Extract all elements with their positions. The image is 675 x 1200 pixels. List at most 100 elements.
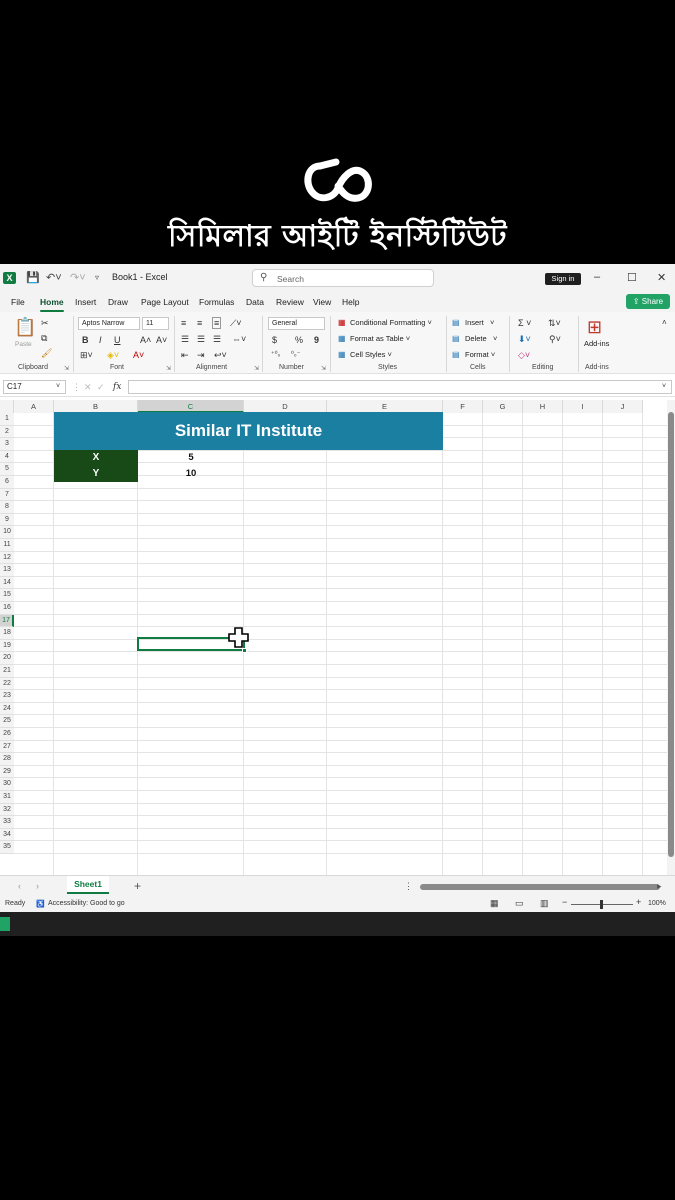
row-header-4[interactable]: 4	[0, 450, 14, 464]
row-header-1[interactable]: 1	[0, 413, 14, 426]
row-header-30[interactable]: 30	[0, 778, 14, 791]
ribbon-collapse-icon[interactable]: ˄	[662, 318, 667, 328]
align-center-icon[interactable]: ☰	[197, 334, 205, 344]
share-button[interactable]: ⇪ Share	[626, 294, 670, 309]
align-top-icon[interactable]: ≡	[181, 318, 186, 328]
page-break-view-icon[interactable]: ▥	[540, 898, 549, 909]
underline-button[interactable]: U	[114, 335, 121, 345]
autosum-icon[interactable]: Σ ˅	[518, 318, 531, 328]
column-header-i[interactable]: I	[563, 400, 603, 413]
font-launcher-icon[interactable]: ⇲	[166, 365, 171, 372]
customize-toolbar-icon[interactable]: ▿	[95, 271, 99, 285]
row-header-13[interactable]: 13	[0, 564, 14, 577]
bold-button[interactable]: B	[82, 335, 89, 345]
row-header-19[interactable]: 19	[0, 639, 14, 653]
decrease-decimal-icon[interactable]: ⁰₀⁻	[291, 350, 300, 360]
italic-button[interactable]: I	[99, 335, 102, 345]
row-header-20[interactable]: 20	[0, 652, 14, 665]
percent-button[interactable]: %	[295, 335, 303, 345]
row-header-21[interactable]: 21	[0, 665, 14, 678]
font-size-select[interactable]: 11	[142, 317, 169, 330]
normal-view-icon[interactable]: ▦	[490, 898, 499, 909]
add-ins-button[interactable]: Add-ins	[584, 339, 609, 349]
row-header-2[interactable]: 2	[0, 425, 14, 439]
search-input[interactable]: ⚲ Search	[252, 269, 434, 287]
row-header-24[interactable]: 24	[0, 702, 14, 716]
row-header-34[interactable]: 34	[0, 828, 14, 842]
number-launcher-icon[interactable]: ⇲	[321, 365, 326, 372]
row-header-22[interactable]: 22	[0, 677, 14, 691]
row-header-33[interactable]: 33	[0, 816, 14, 829]
row-header-7[interactable]: 7	[0, 488, 14, 502]
tab-draw[interactable]: Draw	[108, 297, 128, 307]
copy-icon[interactable]: ⧉	[41, 333, 47, 343]
row-header-12[interactable]: 12	[0, 551, 14, 565]
add-sheet-button[interactable]: +	[134, 879, 141, 893]
insert-cells-icon[interactable]: ▤	[452, 318, 460, 328]
align-left-icon[interactable]: ☰	[181, 334, 189, 344]
row-header-11[interactable]: 11	[0, 539, 14, 552]
cell-styles-button[interactable]: Cell Styles ˅	[350, 350, 392, 360]
row-header-10[interactable]: 10	[0, 526, 14, 539]
cell-styles-icon[interactable]: ▦	[338, 350, 346, 360]
fill-color-icon[interactable]: ◈˅	[107, 350, 119, 360]
row-header-28[interactable]: 28	[0, 753, 14, 766]
label-cell-y[interactable]: Y	[54, 466, 138, 482]
delete-cells-button[interactable]: Delete ˅	[465, 334, 497, 344]
tab-file[interactable]: File	[11, 297, 25, 307]
sheet-options-icon[interactable]: ⋮	[404, 881, 413, 892]
sign-in-button[interactable]: Sign in	[545, 273, 581, 285]
increase-decimal-icon[interactable]: ⁺⁰₀	[271, 350, 280, 360]
name-box-dropdown-icon[interactable]: ˅	[56, 382, 60, 392]
merge-center-icon[interactable]: ⇔˅	[232, 334, 246, 344]
format-as-table-icon[interactable]: ▦	[338, 334, 346, 344]
tab-review[interactable]: Review	[276, 297, 304, 307]
zoom-in-icon[interactable]: +	[636, 897, 641, 907]
row-header-16[interactable]: 16	[0, 602, 14, 615]
value-cell-x[interactable]: 5	[138, 450, 244, 466]
tab-page-layout[interactable]: Page Layout	[141, 297, 189, 307]
format-painter-icon[interactable]: 🖌	[41, 348, 52, 358]
zoom-out-icon[interactable]: −	[562, 897, 567, 907]
alignment-launcher-icon[interactable]: ⇲	[254, 365, 259, 372]
column-header-f[interactable]: F	[443, 400, 483, 413]
shrink-font-button[interactable]: A˅	[156, 335, 167, 345]
column-header-g[interactable]: G	[483, 400, 523, 413]
previous-sheet-icon[interactable]: ‹	[18, 881, 21, 891]
align-right-icon[interactable]: ☰	[213, 334, 221, 344]
close-button[interactable]: ✕	[657, 271, 666, 284]
decrease-indent-icon[interactable]: ⇤	[181, 350, 189, 360]
conditional-formatting-icon[interactable]: ▦	[338, 318, 346, 328]
currency-button[interactable]: $	[272, 335, 277, 345]
tab-data[interactable]: Data	[246, 297, 264, 307]
paste-icon[interactable]: 📋	[14, 317, 36, 337]
find-select-icon[interactable]: ⚲˅	[549, 334, 561, 344]
row-header-9[interactable]: 9	[0, 513, 14, 527]
row-header-23[interactable]: 23	[0, 690, 14, 703]
grow-font-button[interactable]: A˄	[140, 335, 151, 345]
increase-indent-icon[interactable]: ⇥	[197, 350, 205, 360]
undo-icon[interactable]: ↶˅	[46, 271, 62, 285]
row-header-35[interactable]: 35	[0, 841, 14, 854]
cut-icon[interactable]: ✂	[41, 318, 49, 328]
page-layout-view-icon[interactable]: ▭	[515, 898, 524, 909]
align-middle-icon[interactable]: ≡	[197, 318, 202, 328]
formula-input[interactable]	[128, 380, 672, 394]
tab-formulas[interactable]: Formulas	[199, 297, 234, 307]
expand-formula-bar-icon[interactable]: ˅	[662, 382, 666, 392]
next-sheet-icon[interactable]: ›	[36, 881, 39, 891]
delete-cells-icon[interactable]: ▤	[452, 334, 460, 344]
vertical-scroll-thumb[interactable]	[668, 412, 674, 857]
tab-view[interactable]: View	[313, 297, 331, 307]
format-cells-button[interactable]: Format ˅	[465, 350, 495, 360]
row-header-29[interactable]: 29	[0, 765, 14, 779]
orientation-icon[interactable]: ⟋˅	[230, 318, 242, 328]
row-header-17[interactable]: 17	[0, 614, 14, 628]
row-header-3[interactable]: 3	[0, 438, 14, 451]
row-header-6[interactable]: 6	[0, 476, 14, 489]
format-as-table-button[interactable]: Format as Table ˅	[350, 334, 410, 344]
tab-insert[interactable]: Insert	[75, 297, 96, 307]
fill-handle[interactable]	[242, 648, 247, 653]
comma-style-button[interactable]: 9	[314, 335, 319, 345]
redo-icon[interactable]: ↷˅	[70, 271, 86, 285]
